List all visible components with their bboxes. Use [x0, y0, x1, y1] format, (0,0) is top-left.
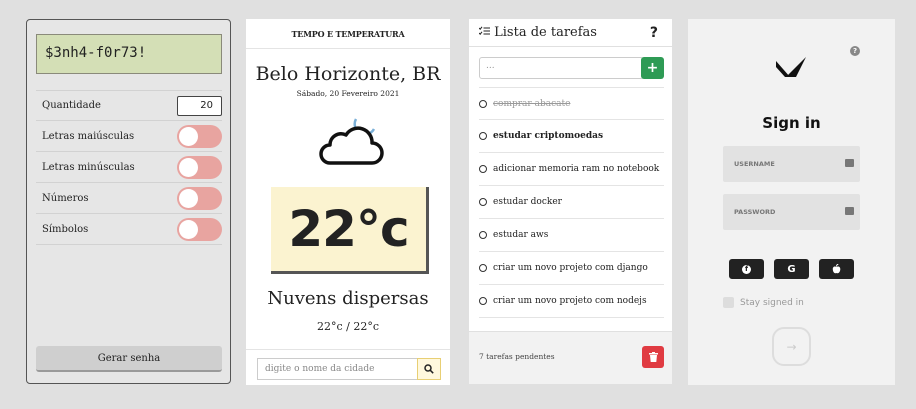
weather-header: TEMPO E TEMPERATURA — [246, 19, 450, 49]
todo-title: Lista de tarefas — [494, 25, 597, 40]
search-icon — [424, 364, 434, 374]
task-checkbox[interactable] — [479, 264, 487, 272]
task-text: criar um novo projeto com nodejs — [493, 296, 647, 306]
pending-count: 7 tarefas pendentes — [479, 352, 555, 361]
option-label: Letras maiúsculas — [42, 130, 135, 142]
list-item[interactable]: estudar docker — [479, 186, 664, 219]
task-checkbox[interactable] — [479, 297, 487, 305]
city-search-button[interactable] — [417, 358, 441, 380]
options-list: Quantidade 20 Letras maiúsculas Letras m… — [36, 90, 222, 245]
cloud-moon-icon — [319, 118, 384, 165]
google-signin-button[interactable]: G — [774, 259, 809, 279]
weather-date: Sábado, 20 Fevereiro 2021 — [296, 89, 400, 98]
list-item[interactable]: estudar aws — [479, 219, 664, 252]
task-text: comprar abacate — [493, 98, 571, 109]
toggle-knob — [179, 188, 198, 208]
city-search-input[interactable]: digite o nome da cidade — [257, 358, 418, 380]
option-label: Símbolos — [42, 223, 89, 235]
symbols-toggle[interactable] — [177, 217, 222, 241]
list-item[interactable]: adicionar memoria ram no notebook — [479, 153, 664, 186]
new-task-row: ... + — [479, 57, 664, 79]
task-list: comprar abacate estudar criptomoedas adi… — [479, 87, 664, 318]
signin-submit-button[interactable]: → — [772, 327, 811, 366]
id-card-icon — [845, 207, 854, 215]
id-card-icon — [845, 159, 854, 167]
apple-icon — [832, 264, 841, 274]
checklist-icon — [478, 26, 490, 35]
list-item[interactable]: estudar criptomoedas — [479, 120, 664, 153]
min-max-temperature: 22°c / 22°c — [316, 320, 379, 333]
toggle-knob — [179, 219, 198, 239]
task-text: estudar aws — [493, 230, 549, 240]
stay-signed-in-label: Stay signed in — [740, 297, 804, 308]
quantity-input[interactable]: 20 — [177, 95, 222, 116]
list-item[interactable]: criar um novo projeto com nodejs — [479, 285, 664, 318]
list-item[interactable]: comprar abacate — [479, 87, 664, 120]
password-label: PASSWORD — [734, 208, 776, 216]
stay-signed-in-checkbox[interactable] — [723, 297, 734, 308]
delete-tasks-button[interactable] — [642, 346, 664, 368]
temperature-value: 22°c — [288, 200, 409, 258]
task-text: criar um novo projeto com django — [493, 263, 648, 273]
task-text: adicionar memoria ram no notebook — [493, 164, 660, 174]
weather-panel: TEMPO E TEMPERATURA Belo Horizonte, BR S… — [246, 19, 450, 385]
city-search-bar: digite o nome da cidade — [246, 349, 450, 385]
todo-header: Lista de tarefas ? — [469, 19, 672, 47]
task-checkbox[interactable] — [479, 165, 487, 173]
todo-footer: 7 tarefas pendentes — [469, 331, 672, 384]
option-row-lowercase: Letras minúsculas — [36, 152, 222, 183]
uppercase-toggle[interactable] — [177, 124, 222, 148]
option-row-symbols: Símbolos — [36, 214, 222, 245]
temperature-box: 22°c — [271, 187, 429, 274]
list-item[interactable]: criar um novo projeto com django — [479, 252, 664, 285]
lowercase-toggle[interactable] — [177, 155, 222, 179]
trash-icon — [648, 352, 658, 362]
signin-panel: ? Sign in USERNAME PASSWORD f G Stay sig… — [688, 19, 895, 385]
task-checkbox[interactable] — [479, 198, 487, 206]
option-label: Números — [42, 192, 89, 204]
riot-logo-icon — [776, 57, 806, 77]
google-icon: G — [787, 263, 796, 275]
todo-title-wrap: Lista de tarefas — [478, 25, 597, 40]
add-task-button[interactable]: + — [641, 57, 664, 79]
task-checkbox[interactable] — [479, 132, 487, 140]
option-row-uppercase: Letras maiúsculas — [36, 121, 222, 152]
facebook-signin-button[interactable]: f — [729, 259, 764, 279]
task-text: estudar docker — [493, 197, 562, 207]
task-checkbox[interactable] — [479, 99, 487, 108]
password-generator-panel: $3nh4-f0r73! Quantidade 20 Letras maiúsc… — [26, 19, 231, 384]
username-field[interactable]: USERNAME — [723, 146, 860, 182]
task-text: estudar criptomoedas — [493, 131, 604, 141]
task-checkbox[interactable] — [479, 231, 487, 239]
quantity-label: Quantidade — [42, 100, 101, 111]
city-name: Belo Horizonte, BR — [255, 63, 441, 85]
numbers-toggle[interactable] — [177, 186, 222, 210]
todo-panel: Lista de tarefas ? ... + comprar abacate… — [469, 19, 672, 384]
facebook-icon: f — [742, 264, 751, 274]
apple-signin-button[interactable] — [819, 259, 854, 279]
password-field[interactable]: PASSWORD — [723, 194, 860, 230]
new-task-input[interactable]: ... — [479, 57, 644, 79]
username-label: USERNAME — [734, 160, 775, 168]
stay-signed-in[interactable]: Stay signed in — [723, 297, 804, 308]
toggle-knob — [179, 157, 198, 177]
toggle-knob — [179, 126, 198, 146]
quantity-row: Quantidade 20 — [36, 90, 222, 121]
help-icon[interactable]: ? — [850, 46, 860, 56]
generate-password-button[interactable]: Gerar senha — [36, 346, 222, 372]
option-row-numbers: Números — [36, 183, 222, 214]
weather-description: Nuvens dispersas — [267, 288, 429, 309]
signin-title: Sign in — [762, 114, 821, 132]
generated-password-display: $3nh4-f0r73! — [36, 34, 222, 74]
help-icon[interactable]: ? — [650, 25, 658, 41]
option-label: Letras minúsculas — [42, 161, 135, 173]
